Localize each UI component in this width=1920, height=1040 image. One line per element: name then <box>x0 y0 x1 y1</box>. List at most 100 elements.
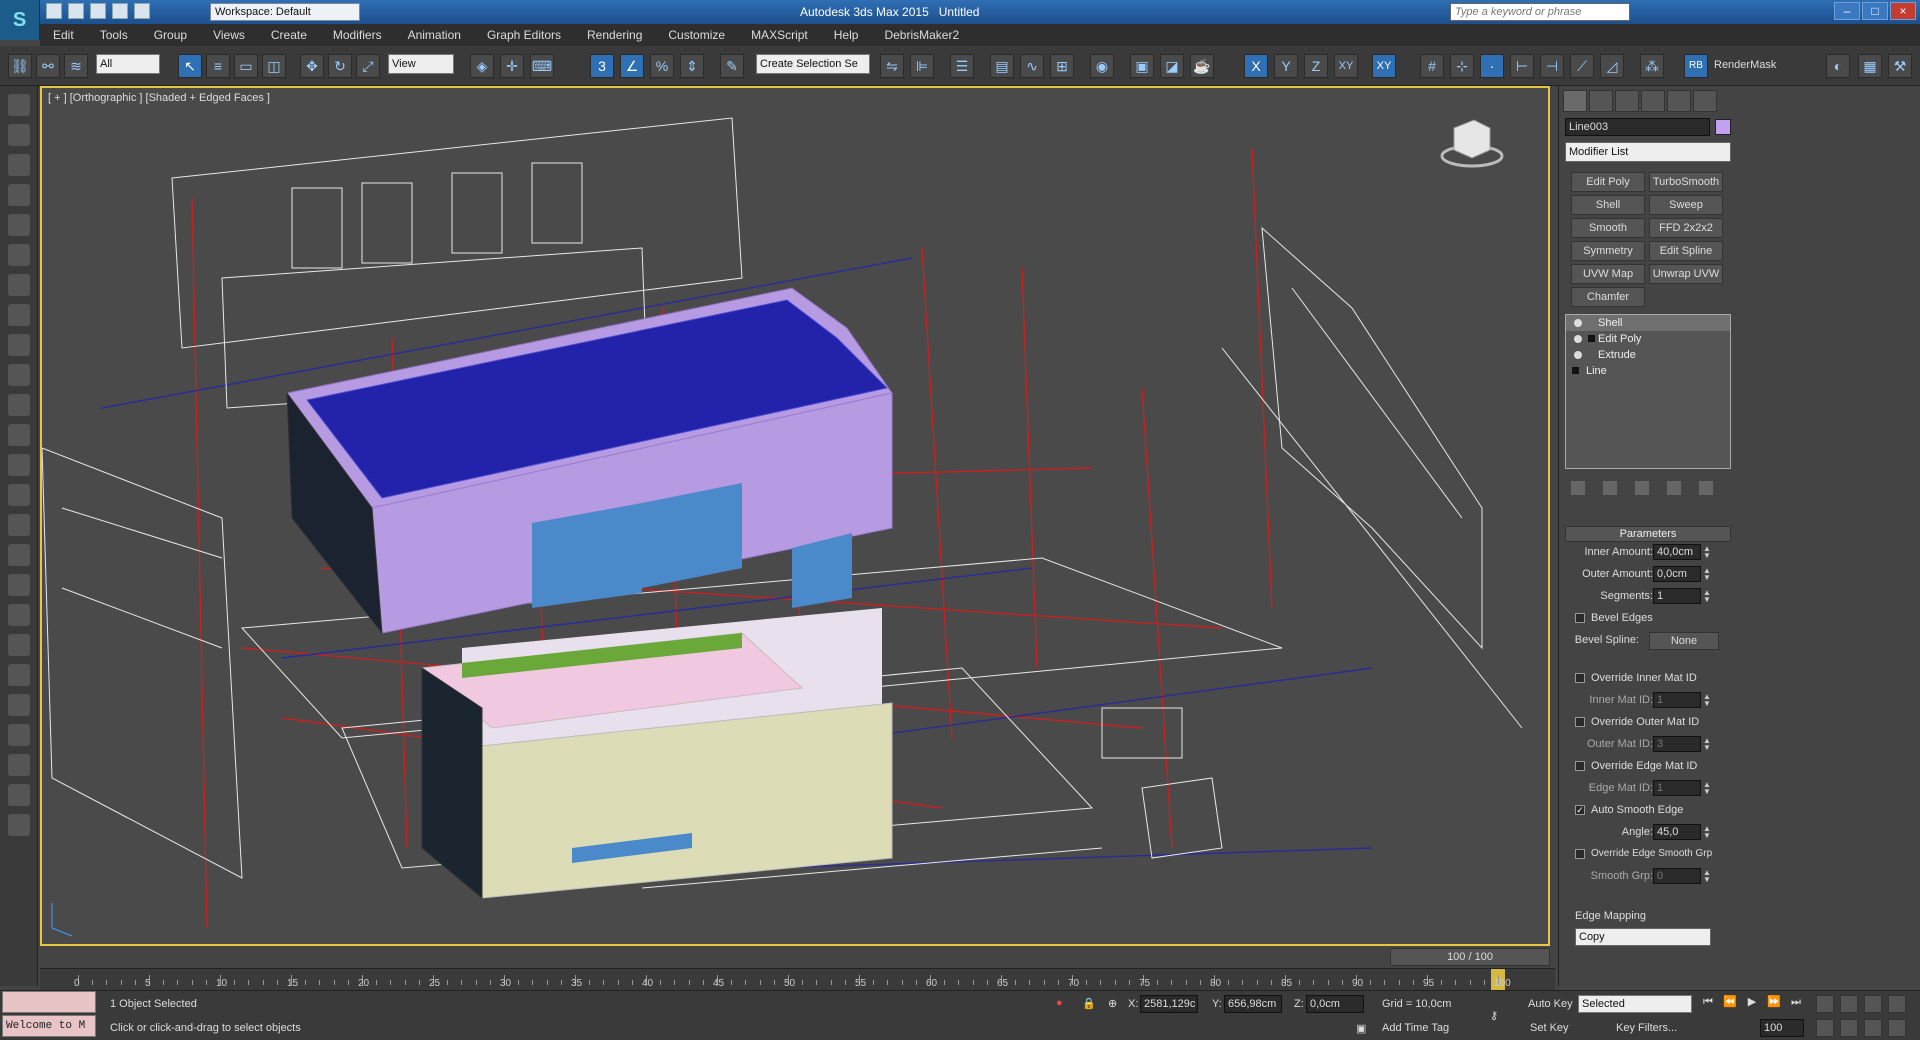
snap-pivot-icon[interactable]: ⊹ <box>1450 54 1474 78</box>
menu-tools[interactable]: Tools <box>87 28 141 42</box>
time-tag-icon[interactable]: ▣ <box>1356 1022 1366 1035</box>
menu-debrismaker[interactable]: DebrisMaker2 <box>871 28 972 42</box>
zoom-icon[interactable] <box>1816 995 1834 1013</box>
window-crossing-icon[interactable]: ◫ <box>262 54 286 78</box>
object-color-swatch[interactable] <box>1715 119 1731 135</box>
axis-z-button[interactable]: Z <box>1304 54 1328 78</box>
bind-space-warp-icon[interactable]: ≋ <box>64 54 88 78</box>
purple-building[interactable] <box>286 287 893 635</box>
maximize-viewport-icon[interactable] <box>1888 1019 1906 1037</box>
object-name-field[interactable]: Line003 <box>1565 118 1710 136</box>
add-time-tag-button[interactable]: Add Time Tag <box>1382 1022 1449 1034</box>
prev-frame-icon[interactable]: ⏪ <box>1722 995 1738 1011</box>
menu-help[interactable]: Help <box>821 28 872 42</box>
modifier-list-dropdown[interactable]: Modifier List <box>1565 142 1731 162</box>
render-setup-icon[interactable]: ▣ <box>1130 54 1154 78</box>
outer-mat-id-field[interactable]: 3 <box>1653 736 1701 752</box>
outer-amount-field[interactable]: 0,0cm <box>1653 566 1701 582</box>
axis-xy-button[interactable]: XY <box>1334 54 1358 78</box>
dynamics-icon[interactable] <box>8 574 30 596</box>
stack-item-shell[interactable]: Shell <box>1566 315 1730 331</box>
snap-grid-icon[interactable]: # <box>1420 54 1444 78</box>
cream-building[interactable] <box>420 608 893 900</box>
perspective-viewport[interactable]: [ + ] [Orthographic ] [Shaded + Edged Fa… <box>40 86 1550 946</box>
named-selection-dropdown[interactable]: Create Selection Se <box>756 54 870 74</box>
motion-tab-icon[interactable] <box>1641 90 1665 112</box>
fov-icon[interactable] <box>1816 1019 1834 1037</box>
save-icon[interactable] <box>90 3 106 19</box>
mod-sweep-button[interactable]: Sweep <box>1649 195 1723 215</box>
mod-edit-spline-button[interactable]: Edit Spline <box>1649 241 1723 261</box>
spinner-icon[interactable]: ▲ ▼ <box>1703 825 1711 840</box>
link-icon[interactable]: ⛓ <box>8 54 32 78</box>
menu-views[interactable]: Views <box>200 28 258 42</box>
bevel-spline-button[interactable]: None <box>1649 632 1719 650</box>
menu-modifiers[interactable]: Modifiers <box>320 28 395 42</box>
snap-face-icon[interactable]: ◿ <box>1600 54 1624 78</box>
spacewarp-icon[interactable] <box>8 304 30 326</box>
lock-icon[interactable]: 🔒 <box>1082 997 1096 1010</box>
mod-smooth-button[interactable]: Smooth <box>1571 218 1645 238</box>
modifier-stack[interactable]: Shell Edit Poly Extrude Line <box>1565 314 1731 469</box>
zoom-extents-all-icon[interactable] <box>1888 995 1906 1013</box>
render-mask-icon[interactable]: ◐ <box>1826 54 1850 78</box>
auto-key-button[interactable]: Auto Key <box>1528 998 1573 1010</box>
utilities-tab-icon[interactable] <box>1693 90 1717 112</box>
isolate-icon[interactable]: ● <box>1056 997 1063 1009</box>
render-icon[interactable] <box>8 124 30 146</box>
axis-y-button[interactable]: Y <box>1274 54 1298 78</box>
smooth-grp-field[interactable]: 0 <box>1653 868 1701 884</box>
mirror-icon[interactable]: ⇋ <box>880 54 904 78</box>
keyboard-shortcut-icon[interactable]: ⌨ <box>530 54 554 78</box>
current-frame-field[interactable]: 100 <box>1760 1019 1804 1037</box>
sun-icon[interactable] <box>8 484 30 506</box>
spinner-icon[interactable]: ▲ ▼ <box>1703 693 1711 708</box>
select-manipulate-icon[interactable]: ✛ <box>500 54 524 78</box>
teapot-2-icon[interactable] <box>8 424 30 446</box>
override-outer-checkbox[interactable] <box>1575 717 1585 727</box>
zoom-all-icon[interactable] <box>1840 995 1858 1013</box>
expand-icon[interactable] <box>1588 335 1595 342</box>
bulb-icon[interactable] <box>1574 335 1582 343</box>
menu-edit[interactable]: Edit <box>40 28 87 42</box>
scale-icon[interactable]: ⤢ <box>356 54 380 78</box>
override-inner-checkbox[interactable] <box>1575 673 1585 683</box>
menu-rendering[interactable]: Rendering <box>574 28 655 42</box>
helper-icon[interactable] <box>8 274 30 296</box>
configure-sets-icon[interactable] <box>1699 481 1713 495</box>
override-smooth-checkbox[interactable] <box>1575 849 1585 859</box>
auto-smooth-checkbox[interactable]: ✓ <box>1575 805 1585 815</box>
mod-uvw-map-button[interactable]: UVW Map <box>1571 264 1645 284</box>
undo-icon[interactable] <box>112 3 128 19</box>
select-by-name-icon[interactable]: ≡ <box>206 54 230 78</box>
axis-xy-cycle-button[interactable]: XY <box>1372 54 1396 78</box>
workspace-dropdown[interactable]: Workspace: Default <box>210 3 360 21</box>
rotate-icon[interactable]: ↻ <box>328 54 352 78</box>
move-icon[interactable]: ✥ <box>300 54 324 78</box>
zoom-extents-icon[interactable] <box>1864 995 1882 1013</box>
schematic-view-icon[interactable]: ⊞ <box>1050 54 1074 78</box>
plane-icon[interactable] <box>8 334 30 356</box>
hair-icon[interactable] <box>8 664 30 686</box>
time-slider-track[interactable]: 0 5 10 15 20 25 30 35 40 45 50 55 60 65 70 75 80 85 90 95 10… <box>40 968 1555 991</box>
spinner-icon[interactable]: ▲ ▼ <box>1703 737 1711 752</box>
maximize-button[interactable]: □ <box>1862 2 1888 20</box>
spinner-icon[interactable]: ▲ ▼ <box>1703 781 1711 796</box>
rendermask-label[interactable]: RenderMask <box>1714 59 1776 71</box>
rect-selection-icon[interactable]: ▭ <box>234 54 258 78</box>
z-coord-field[interactable]: 0,0cm <box>1306 995 1364 1013</box>
remove-modifier-icon[interactable] <box>1667 481 1681 495</box>
inner-mat-id-field[interactable]: 1 <box>1653 692 1701 708</box>
spinner-icon[interactable]: ▲ ▼ <box>1703 567 1711 582</box>
create-tab-icon[interactable] <box>1563 90 1587 112</box>
menu-group[interactable]: Group <box>141 28 200 42</box>
segments-field[interactable]: 1 <box>1653 588 1701 604</box>
mod-shell-button[interactable]: Shell <box>1571 195 1645 215</box>
viewport-frame-counter[interactable]: 100 / 100 <box>1390 948 1550 966</box>
document-icon[interactable] <box>8 784 30 806</box>
angle-snap-icon[interactable]: ∠ <box>620 54 644 78</box>
help-icon[interactable] <box>8 814 30 836</box>
display-tab-icon[interactable] <box>1667 90 1691 112</box>
rig-icon[interactable] <box>8 604 30 626</box>
inner-amount-field[interactable]: 40,0cm <box>1653 544 1701 560</box>
